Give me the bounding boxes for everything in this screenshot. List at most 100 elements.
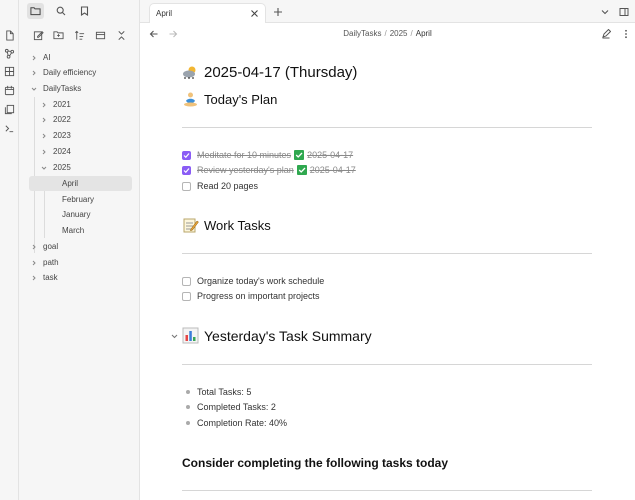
checkmark-emoji-icon	[294, 150, 305, 160]
new-note-icon[interactable]	[31, 28, 45, 42]
task-item[interactable]: Meditate for 10 minutes 2025-04-17	[182, 149, 353, 161]
new-folder-icon[interactable]	[51, 28, 65, 42]
tree-folder-2022[interactable]: 2022	[40, 112, 71, 127]
tree-file-label: January	[62, 210, 91, 219]
note-title: 2025-04-17 (Thursday)	[182, 64, 357, 81]
tree-folder-label: 2024	[53, 147, 71, 156]
list-item: Total Tasks: 5	[186, 386, 251, 398]
chevron-down-icon[interactable]	[600, 7, 610, 17]
memo-icon	[182, 217, 199, 234]
tree-file-february[interactable]: February	[62, 192, 94, 207]
canvas-icon[interactable]	[3, 65, 16, 78]
chevron-right-icon	[30, 274, 38, 282]
task-text: Progress on important projects	[197, 291, 320, 301]
bar-chart-icon	[182, 327, 199, 344]
heading-text: Work Tasks	[204, 218, 271, 233]
heading-yesterdays-summary: Yesterday's Task Summary	[182, 327, 372, 344]
task-item[interactable]: Organize today's work schedule	[182, 275, 324, 287]
close-icon[interactable]	[250, 9, 259, 18]
tree-file-march[interactable]: March	[62, 223, 84, 238]
breadcrumb-item-2025[interactable]: 2025	[390, 29, 408, 38]
breadcrumb-item-dailytasks[interactable]: DailyTasks	[343, 29, 381, 38]
tree-folder-daily-efficiency[interactable]: Daily efficiency	[30, 65, 96, 80]
sidebar-toggle-icon[interactable]	[619, 7, 629, 17]
checkbox-unchecked[interactable]	[182, 181, 191, 191]
tree-folder-goal[interactable]: goal	[30, 239, 58, 254]
bullet	[186, 405, 190, 409]
file-explorer-sidebar: AI Daily efficiency DailyTasks 2021 2022…	[19, 0, 140, 500]
calendar-icon[interactable]	[3, 84, 16, 97]
sort-icon[interactable]	[72, 28, 86, 42]
templates-icon[interactable]	[3, 103, 16, 116]
collapse-all-icon[interactable]	[114, 28, 128, 42]
edit-icon[interactable]	[601, 29, 611, 39]
tree-folder-2023[interactable]: 2023	[40, 128, 71, 143]
tree-folder-label: 2023	[53, 131, 71, 140]
chevron-right-icon	[40, 132, 48, 140]
tree-folder-path[interactable]: path	[30, 255, 59, 270]
task-item[interactable]: Read 20 pages	[182, 180, 258, 192]
sun-cloud-icon	[182, 64, 199, 81]
tree-folder-2025[interactable]: 2025	[40, 160, 71, 175]
search-icon[interactable]	[52, 3, 69, 19]
breadcrumb-item-april[interactable]: April	[416, 29, 432, 38]
divider	[182, 490, 592, 491]
tree-indent-guide	[34, 97, 35, 253]
chevron-down-icon	[40, 164, 48, 172]
tree-folder-task[interactable]: task	[30, 270, 58, 285]
view-header: DailyTasks/2025/April	[140, 23, 635, 45]
task-text: Meditate for 10 minutes	[197, 150, 292, 160]
checkmark-emoji-icon	[296, 165, 307, 175]
tree-folder-label: 2022	[53, 115, 71, 124]
chevron-right-icon	[30, 69, 38, 77]
checkbox-unchecked[interactable]	[182, 291, 191, 301]
breadcrumb: DailyTasks/2025/April	[343, 29, 432, 38]
fold-chevron-icon[interactable]	[170, 332, 179, 341]
auto-reveal-icon[interactable]	[93, 28, 107, 42]
heading-work-tasks: Work Tasks	[182, 217, 271, 234]
heading-todays-plan: Today's Plan	[182, 91, 277, 108]
tree-folder-ai[interactable]: AI	[30, 50, 51, 65]
tree-folder-label: 2025	[53, 163, 71, 172]
folder-icon[interactable]	[27, 3, 44, 19]
terminal-icon[interactable]	[3, 122, 16, 135]
tree-folder-label: 2021	[53, 100, 71, 109]
task-text: Read 20 pages	[197, 181, 259, 191]
bookmark-icon[interactable]	[76, 3, 93, 19]
task-item[interactable]: Review yesterday's plan 2025-04-17	[182, 164, 356, 176]
heading-consider-tasks: Consider completing the following tasks …	[182, 456, 449, 470]
tree-folder-label: task	[43, 273, 58, 282]
checkbox-checked[interactable]	[182, 165, 191, 175]
heading-text: Yesterday's Task Summary	[204, 327, 372, 344]
bullet	[186, 390, 190, 394]
task-item[interactable]: Progress on important projects	[182, 290, 320, 302]
note-title-text: 2025-04-17 (Thursday)	[204, 64, 358, 81]
tree-folder-label: Daily efficiency	[43, 68, 97, 77]
tree-folder-2021[interactable]: 2021	[40, 97, 71, 112]
list-item-text: Total Tasks: 5	[197, 387, 252, 397]
tree-folder-dailytasks[interactable]: DailyTasks	[30, 81, 81, 96]
tree-folder-label: AI	[43, 53, 51, 62]
chevron-down-icon	[30, 85, 38, 93]
graph-view-icon[interactable]	[3, 47, 16, 60]
divider	[182, 364, 592, 365]
heading-text: Today's Plan	[204, 92, 278, 107]
files-icon[interactable]	[3, 29, 16, 42]
checkbox-checked[interactable]	[182, 150, 191, 160]
chevron-right-icon	[40, 101, 48, 109]
tree-file-january[interactable]: January	[62, 207, 90, 222]
checkbox-unchecked[interactable]	[182, 276, 191, 286]
tree-folder-2024[interactable]: 2024	[40, 144, 71, 159]
tree-folder-label: DailyTasks	[43, 84, 82, 93]
bullet	[186, 421, 190, 425]
sidebar-tab-row	[19, 0, 140, 22]
tree-file-label: February	[62, 195, 95, 204]
new-tab-icon[interactable]	[273, 7, 283, 17]
tree-file-april[interactable]: April	[29, 176, 132, 191]
list-item: Completion Rate: 40%	[186, 417, 287, 429]
tab-bar: April	[140, 0, 635, 23]
tree-file-label: April	[62, 179, 79, 188]
list-item-text: Completion Rate: 40%	[197, 418, 288, 428]
tab-april[interactable]: April	[149, 3, 266, 23]
more-options-icon[interactable]	[621, 29, 631, 39]
